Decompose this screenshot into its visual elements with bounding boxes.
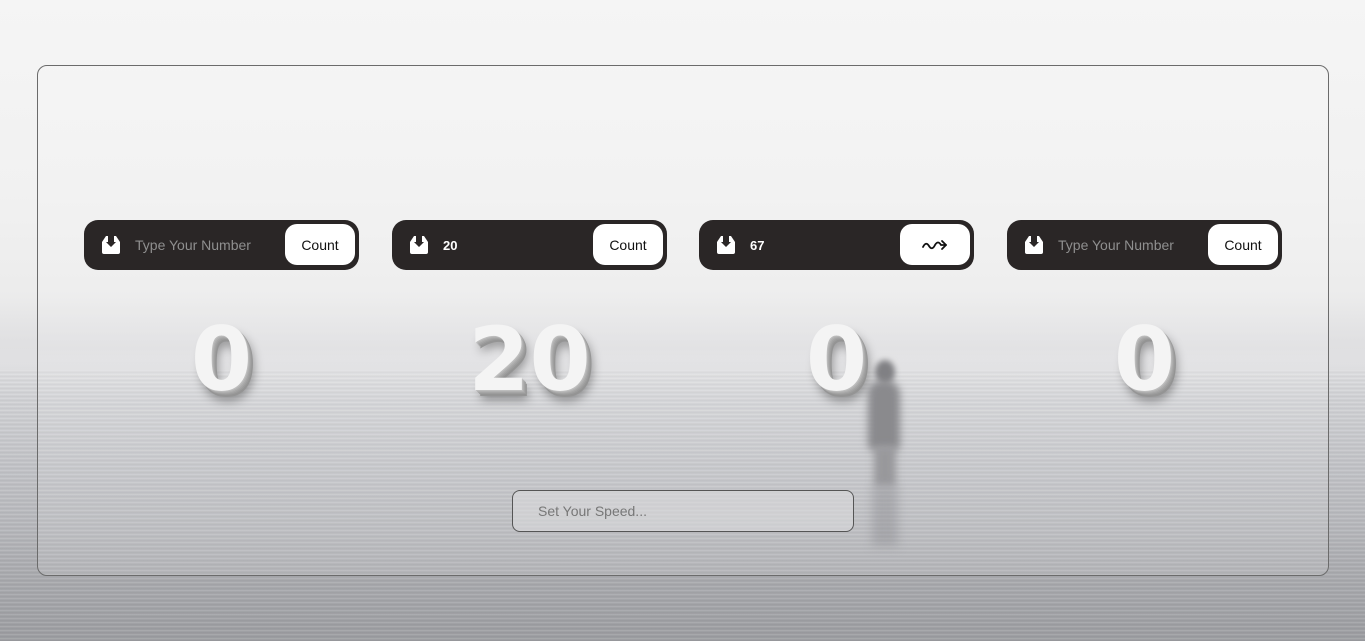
counter-display-2: 20 <box>468 308 591 411</box>
counter-input-bar-4: Count <box>1007 220 1282 270</box>
counter-input-bar-1: Count <box>84 220 359 270</box>
inbox-tray-icon <box>99 233 123 257</box>
page-title: Counter <box>0 78 1365 174</box>
counting-button-3[interactable] <box>900 224 970 265</box>
inbox-tray-icon <box>407 233 431 257</box>
number-input-2[interactable] <box>443 230 583 260</box>
counter-input-bar-2: Count <box>392 220 667 270</box>
counter-display-3: 0 <box>805 308 868 411</box>
inbox-tray-icon <box>1022 233 1046 257</box>
count-button-4[interactable]: Count <box>1208 224 1278 265</box>
counter-display-1: 0 <box>190 308 253 411</box>
squiggle-arrow-icon <box>922 239 947 250</box>
count-button-1[interactable]: Count <box>285 224 355 265</box>
counter-input-bar-3 <box>699 220 974 270</box>
count-button-2[interactable]: Count <box>593 224 663 265</box>
inbox-tray-icon <box>714 233 738 257</box>
counter-display-4: 0 <box>1113 308 1176 411</box>
number-input-1[interactable] <box>135 230 275 260</box>
number-input-3[interactable] <box>750 230 890 260</box>
speed-input[interactable] <box>512 490 854 532</box>
number-input-4[interactable] <box>1058 230 1198 260</box>
